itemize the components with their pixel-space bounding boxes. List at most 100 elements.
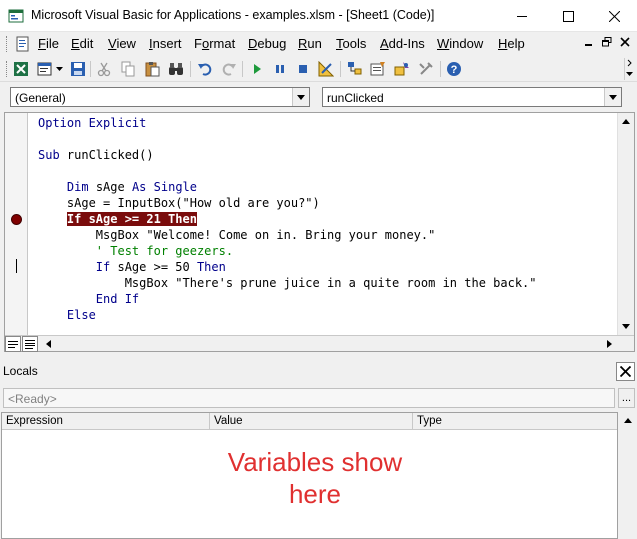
code-line[interactable]: Option Explicit xyxy=(38,115,146,131)
save-button[interactable] xyxy=(70,61,86,77)
menu-insert[interactable]: Insert xyxy=(149,36,182,51)
chevron-up-icon xyxy=(623,418,632,423)
undo-icon xyxy=(198,63,212,76)
menu-debug[interactable]: Debug xyxy=(248,36,286,51)
scissors-icon xyxy=(97,62,111,77)
code-document-icon[interactable] xyxy=(15,36,31,52)
locals-grid-header: Expression Value Type xyxy=(2,413,617,430)
chevron-down-icon xyxy=(609,94,617,100)
close-icon xyxy=(620,37,630,47)
insertion-point-marker xyxy=(16,259,17,273)
toolbar-separator xyxy=(340,61,341,77)
properties-window-button[interactable] xyxy=(370,61,386,77)
procedure-view-icon xyxy=(8,341,18,348)
insert-userform-button[interactable] xyxy=(37,61,53,77)
mdi-close-button[interactable] xyxy=(618,36,632,50)
procedure-dropdown-value: runClicked xyxy=(327,91,384,105)
chevron-left-icon xyxy=(45,340,51,348)
play-icon xyxy=(254,64,261,74)
object-dropdown[interactable]: (General) xyxy=(10,87,310,107)
close-button[interactable] xyxy=(591,0,637,32)
column-header-type[interactable]: Type xyxy=(413,413,617,430)
annotation-line-2: here xyxy=(288,479,342,509)
mdi-minimize-button[interactable] xyxy=(582,36,596,50)
minimize-button[interactable] xyxy=(499,0,545,32)
menu-format[interactable]: Format xyxy=(194,36,235,51)
redo-button[interactable] xyxy=(221,61,237,77)
procedure-dropdown-arrow[interactable] xyxy=(604,88,621,106)
chevron-down-icon xyxy=(626,59,633,76)
locals-window-title: Locals xyxy=(3,364,38,378)
pane-splitter[interactable] xyxy=(0,352,637,360)
full-module-view-button[interactable] xyxy=(22,336,38,352)
insert-dropdown-button[interactable] xyxy=(54,61,64,77)
project-explorer-button[interactable] xyxy=(347,61,363,77)
menu-add-ins[interactable]: Add-Ins xyxy=(380,36,425,51)
copy-button[interactable] xyxy=(120,61,136,77)
call-stack-button[interactable]: ... xyxy=(618,388,635,408)
locals-context-field: <Ready> xyxy=(3,388,615,408)
code-line[interactable]: If sAge >= 50 Then xyxy=(38,259,226,275)
toolbar-grip[interactable] xyxy=(6,61,9,77)
mdi-restore-button[interactable] xyxy=(600,36,614,50)
find-button[interactable] xyxy=(168,61,184,77)
full-module-view-icon xyxy=(25,339,35,349)
menu-tools[interactable]: Tools xyxy=(336,36,366,51)
code-line-comment[interactable]: ' Test for geezers. xyxy=(38,243,233,259)
locals-status-text: <Ready> xyxy=(8,392,57,406)
locals-vertical-scrollbar[interactable] xyxy=(619,412,637,539)
code-line[interactable]: Sub runClicked() xyxy=(38,147,154,163)
design-mode-button[interactable] xyxy=(318,61,334,77)
code-editor[interactable]: Option Explicit Sub runClicked() Dim sAg… xyxy=(29,113,619,335)
vba-app-icon xyxy=(8,9,24,23)
excel-icon xyxy=(14,62,28,76)
run-button[interactable] xyxy=(249,61,265,77)
scroll-right-button[interactable] xyxy=(601,336,617,352)
code-line[interactable]: Else xyxy=(38,307,96,323)
column-header-value[interactable]: Value xyxy=(210,413,413,430)
menu-run[interactable]: Run xyxy=(298,36,322,51)
break-button[interactable] xyxy=(272,61,288,77)
code-line[interactable]: sAge = InputBox("How old are you?") xyxy=(38,195,320,211)
code-line[interactable]: Dim sAge As Single xyxy=(38,179,197,195)
toolbox-button[interactable] xyxy=(418,61,434,77)
scroll-up-button[interactable] xyxy=(618,113,634,130)
code-vertical-scrollbar[interactable] xyxy=(617,113,634,335)
chevron-up-icon xyxy=(622,119,630,124)
menubar-grip[interactable] xyxy=(6,36,9,52)
menu-window[interactable]: Window xyxy=(437,36,483,51)
scroll-left-button[interactable] xyxy=(40,336,56,352)
help-button[interactable]: ? xyxy=(446,61,462,77)
copy-icon xyxy=(121,61,135,77)
procedure-view-button[interactable] xyxy=(5,336,21,352)
reset-button[interactable] xyxy=(295,61,311,77)
menu-edit[interactable]: Edit xyxy=(71,36,93,51)
code-line-breakpoint[interactable]: If sAge >= 21 Then xyxy=(38,211,197,227)
code-window[interactable]: Option Explicit Sub runClicked() Dim sAg… xyxy=(4,112,635,352)
breakpoint-marker[interactable] xyxy=(11,214,22,225)
menu-file[interactable]: File xyxy=(38,36,59,51)
code-line[interactable]: MsgBox "There's prune juice in a quite r… xyxy=(38,275,537,291)
code-line[interactable]: MsgBox "Welcome! Come on in. Bring your … xyxy=(38,227,436,243)
code-line[interactable]: End If xyxy=(38,291,139,307)
object-dropdown-arrow[interactable] xyxy=(292,88,309,106)
maximize-button[interactable] xyxy=(545,0,591,32)
locals-close-button[interactable] xyxy=(616,362,635,381)
menu-help[interactable]: Help xyxy=(498,36,525,51)
column-header-expression[interactable]: Expression xyxy=(2,413,210,430)
stop-icon xyxy=(299,65,307,73)
scroll-down-button[interactable] xyxy=(618,318,634,335)
object-browser-button[interactable] xyxy=(394,61,410,77)
scroll-up-button[interactable] xyxy=(619,412,636,429)
procedure-dropdown[interactable]: runClicked xyxy=(322,87,622,107)
annotation-line-1: Variables show xyxy=(227,447,403,477)
menu-view[interactable]: View xyxy=(108,36,136,51)
toolbar-overflow[interactable] xyxy=(624,58,634,80)
undo-button[interactable] xyxy=(197,61,213,77)
paste-button[interactable] xyxy=(144,61,160,77)
cut-button[interactable] xyxy=(96,61,112,77)
margin-indicator-bar[interactable] xyxy=(5,113,28,335)
menu-bar: File Edit View Insert Format Debug Run T… xyxy=(0,32,637,56)
view-excel-button[interactable] xyxy=(13,61,29,77)
properties-icon xyxy=(370,62,385,76)
